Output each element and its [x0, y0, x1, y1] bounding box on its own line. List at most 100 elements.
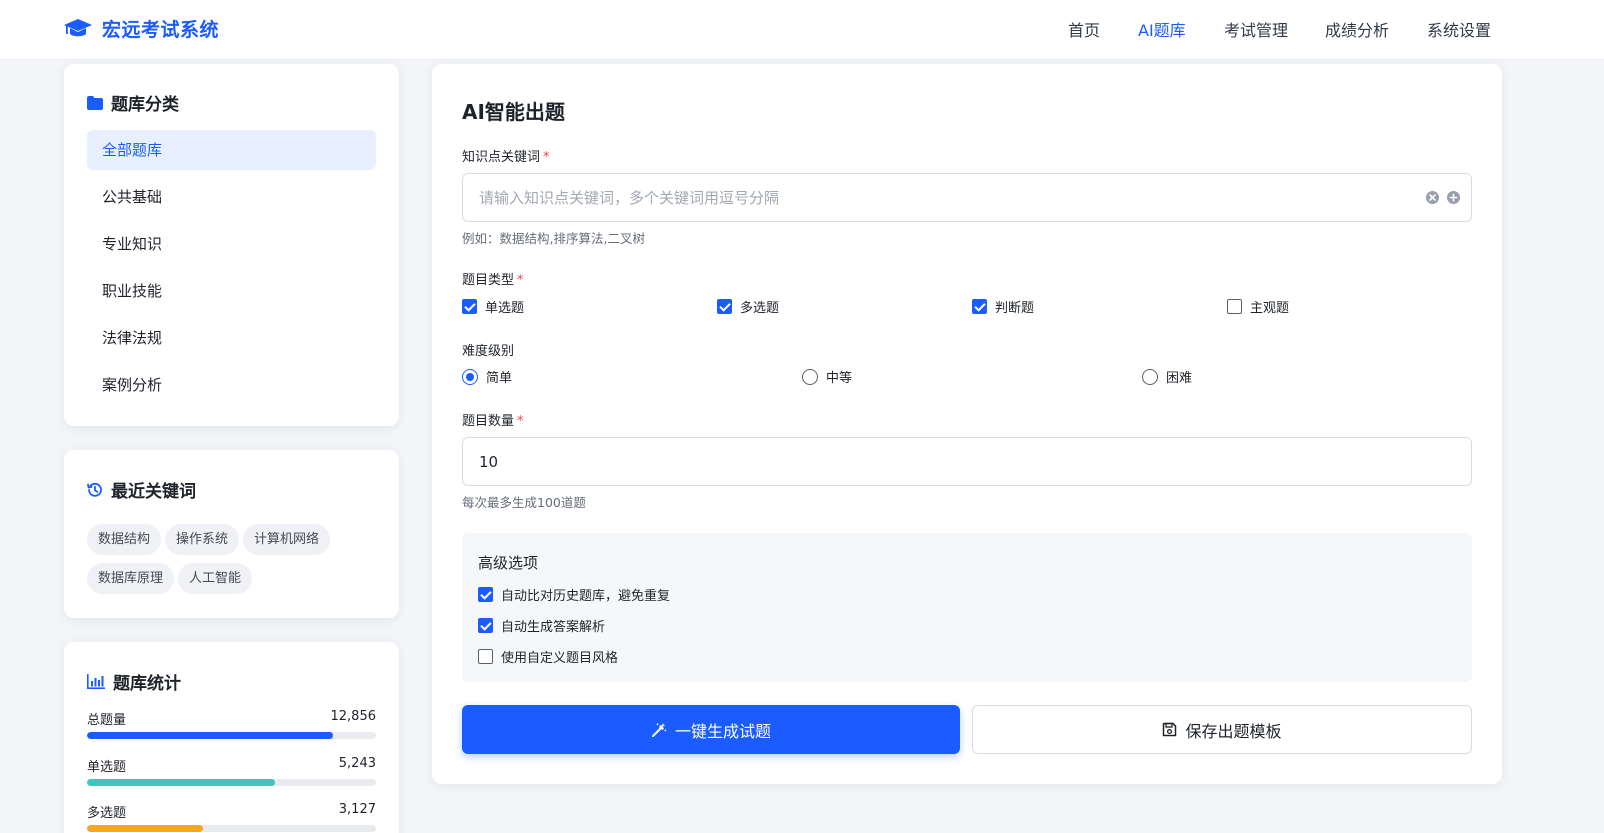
- nav-item-settings[interactable]: 系统设置: [1427, 17, 1491, 41]
- nav-item-ai-bank[interactable]: AI题库: [1138, 17, 1186, 41]
- stat-progress-fill: [87, 779, 275, 786]
- keywords-hint: 例如：数据结构,排序算法,二叉树: [462, 231, 645, 246]
- option-label: 多选题: [740, 301, 780, 316]
- ai-question-card: AI智能出题 知识点关键词* 例如：数据结构,排序算法,二叉树 题目类型* 单选…: [432, 64, 1502, 784]
- nav-item-home[interactable]: 首页: [1068, 17, 1100, 41]
- keywords-label: 知识点关键词 *: [462, 146, 550, 165]
- required-mark: *: [517, 414, 524, 429]
- stat-row-total: 总题量 12,856: [87, 709, 376, 739]
- keywords-label-text: 知识点关键词: [462, 150, 541, 165]
- count-input-box: [462, 437, 1472, 486]
- checkbox[interactable]: [717, 299, 732, 314]
- question-type-label: 题目类型 *: [462, 269, 524, 288]
- keywords-input-box: [462, 173, 1472, 222]
- stat-label: 总题量: [87, 713, 127, 728]
- required-mark: *: [517, 273, 524, 288]
- type-option-single[interactable]: 单选题: [462, 297, 524, 316]
- type-option-multi[interactable]: 多选题: [717, 297, 779, 316]
- stats-title: 题库统计: [87, 669, 181, 694]
- checkbox[interactable]: [478, 618, 493, 633]
- option-label: 自动比对历史题库，避免重复: [501, 589, 671, 604]
- difficulty-option-hard[interactable]: 困难: [1142, 367, 1192, 386]
- category-item-case-analysis[interactable]: 案例分析: [87, 365, 376, 405]
- category-item-professional[interactable]: 专业知识: [87, 224, 376, 264]
- category-item-public-basics[interactable]: 公共基础: [87, 177, 376, 217]
- stats-card: 题库统计 总题量 12,856 单选题 5,243 多选题 3,127: [64, 642, 399, 833]
- type-option-judge[interactable]: 判断题: [972, 297, 1034, 316]
- advanced-option-dedupe[interactable]: 自动比对历史题库，避免重复: [478, 585, 670, 604]
- nav-item-score-analysis[interactable]: 成绩分析: [1325, 17, 1389, 41]
- stat-progress-bar: [87, 825, 376, 832]
- advanced-options-panel: 高级选项 自动比对历史题库，避免重复 自动生成答案解析 使用自定义题目风格: [462, 533, 1472, 682]
- history-icon: [87, 482, 102, 497]
- option-label: 单选题: [485, 301, 525, 316]
- save-icon: [1163, 722, 1177, 737]
- checkbox[interactable]: [1227, 299, 1242, 314]
- difficulty-option-easy[interactable]: 简单: [462, 367, 512, 386]
- option-label: 中等: [826, 371, 853, 386]
- stat-value: 5,243: [338, 756, 376, 771]
- category-title-text: 题库分类: [111, 95, 179, 115]
- advanced-option-custom-style[interactable]: 使用自定义题目风格: [478, 647, 618, 666]
- clear-icon[interactable]: [1425, 190, 1440, 205]
- count-label: 题目数量 *: [462, 410, 524, 429]
- count-label-text: 题目数量: [462, 414, 515, 429]
- difficulty-label: 难度级别: [462, 344, 515, 359]
- category-item-vocational[interactable]: 职业技能: [87, 271, 376, 311]
- checkbox[interactable]: [478, 587, 493, 602]
- count-hint: 每次最多生成100道题: [462, 495, 586, 510]
- stat-row-multi-choice: 多选题 3,127: [87, 802, 376, 832]
- question-type-label-text: 题目类型: [462, 273, 515, 288]
- nav-item-exam-management[interactable]: 考试管理: [1224, 17, 1288, 41]
- add-circle-icon[interactable]: [1446, 190, 1461, 205]
- keyword-tags: 数据结构 操作系统 计算机网络 数据库原理 人工智能: [87, 524, 387, 602]
- count-input[interactable]: [479, 438, 1419, 485]
- stat-progress-bar: [87, 779, 376, 786]
- option-label: 判断题: [995, 301, 1035, 316]
- generate-button[interactable]: 一键生成试题: [462, 705, 960, 754]
- stat-progress-bar: [87, 732, 376, 739]
- stat-progress-fill: [87, 825, 203, 832]
- category-item-all[interactable]: 全部题库: [87, 130, 376, 170]
- radio-button[interactable]: [462, 368, 478, 385]
- checkbox[interactable]: [462, 299, 477, 314]
- checkbox[interactable]: [972, 299, 987, 314]
- keywords-input[interactable]: [479, 174, 1419, 221]
- recent-keywords-title: 最近关键词: [87, 477, 196, 502]
- option-label: 自动生成答案解析: [501, 620, 606, 635]
- option-label: 简单: [486, 371, 513, 386]
- main-nav: 首页 AI题库 考试管理 成绩分析 系统设置: [0, 17, 1604, 41]
- top-header: 宏远考试系统 首页 AI题库 考试管理 成绩分析 系统设置: [0, 0, 1604, 60]
- keyword-tag[interactable]: 数据结构: [87, 524, 162, 555]
- input-actions: [1425, 190, 1461, 205]
- question-type-options: 单选题 多选题 判断题 主观题: [462, 297, 1472, 317]
- stat-value: 3,127: [338, 802, 376, 817]
- keyword-tag[interactable]: 操作系统: [165, 524, 240, 555]
- keyword-tag[interactable]: 人工智能: [178, 563, 253, 594]
- bar-chart-icon: [87, 674, 105, 689]
- difficulty-option-medium[interactable]: 中等: [802, 367, 852, 386]
- recent-keywords-title-text: 最近关键词: [111, 482, 196, 502]
- save-template-button[interactable]: 保存出题模板: [972, 705, 1472, 754]
- type-option-subjective[interactable]: 主观题: [1227, 297, 1289, 316]
- stat-row-single-choice: 单选题 5,243: [87, 756, 376, 786]
- recent-keywords-card: 最近关键词 数据结构 操作系统 计算机网络 数据库原理 人工智能: [64, 450, 399, 618]
- advanced-option-explanation[interactable]: 自动生成答案解析: [478, 616, 605, 635]
- folder-icon: [87, 95, 103, 110]
- radio-button[interactable]: [1142, 368, 1158, 385]
- category-item-law[interactable]: 法律法规: [87, 318, 376, 358]
- stat-value: 12,856: [330, 709, 377, 724]
- category-list: 全部题库 公共基础 专业知识 职业技能 法律法规 案例分析: [87, 130, 376, 412]
- keyword-tag[interactable]: 计算机网络: [243, 524, 331, 555]
- stat-label: 单选题: [87, 760, 127, 775]
- keyword-tag[interactable]: 数据库原理: [87, 563, 175, 594]
- checkbox[interactable]: [478, 649, 493, 664]
- radio-button[interactable]: [802, 368, 818, 385]
- save-template-button-label: 保存出题模板: [1185, 721, 1282, 741]
- stat-progress-fill: [87, 732, 333, 739]
- option-label: 困难: [1166, 371, 1193, 386]
- category-card: 题库分类 全部题库 公共基础 专业知识 职业技能 法律法规 案例分析: [64, 64, 399, 426]
- page-title: AI智能出题: [462, 100, 565, 124]
- stat-label: 多选题: [87, 806, 127, 821]
- generate-button-label: 一键生成试题: [674, 721, 771, 741]
